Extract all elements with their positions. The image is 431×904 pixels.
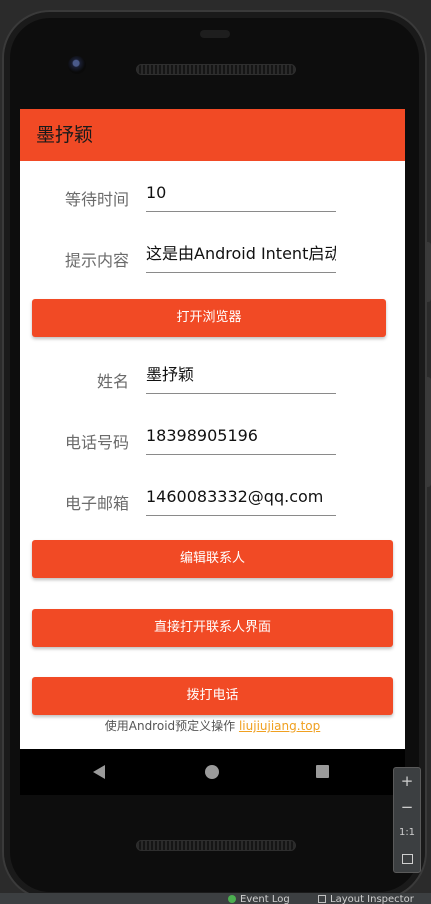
footer-link[interactable]: liujiujiang.top: [239, 719, 320, 733]
wait-time-label: 等待时间: [64, 190, 129, 209]
event-log-tab[interactable]: Event Log: [228, 893, 290, 904]
edit-contact-button[interactable]: 编辑联系人: [32, 540, 393, 578]
zoom-in-button[interactable]: +: [394, 768, 420, 794]
prompt-label: 提示内容: [64, 251, 129, 270]
app-screen: 墨抒颖 等待时间 10 提示内容 这是由Android Intent启动 打开浏…: [20, 109, 405, 749]
email-label: 电子邮箱: [64, 494, 129, 513]
app-bar-title: 墨抒颖: [20, 109, 405, 161]
prompt-input[interactable]: 这是由Android Intent启动: [146, 241, 336, 273]
open-browser-button[interactable]: 打开浏览器: [32, 299, 386, 337]
layout-inspector-label: Layout Inspector: [330, 894, 414, 904]
prompt-row: 提示内容 这是由Android Intent启动: [20, 237, 405, 277]
zoom-panel: + − 1:1: [393, 767, 421, 873]
recents-icon[interactable]: [316, 765, 329, 778]
wait-time-input[interactable]: 10: [146, 180, 336, 212]
event-log-icon: [228, 895, 236, 903]
fit-screen-icon: [401, 854, 413, 864]
layout-inspector-tab[interactable]: Layout Inspector: [318, 893, 414, 904]
actual-size-button[interactable]: 1:1: [394, 820, 420, 846]
open-contacts-button[interactable]: 直接打开联系人界面: [32, 609, 393, 647]
system-nav-bar: [20, 749, 405, 795]
fit-screen-button[interactable]: [394, 846, 420, 872]
bottom-speaker: [136, 840, 296, 851]
footer-text: 使用Android预定义操作: [104, 719, 239, 733]
zoom-out-button[interactable]: −: [394, 794, 420, 820]
footer: 使用Android预定义操作 liujiujiang.top: [20, 717, 405, 734]
back-icon[interactable]: [93, 765, 105, 779]
wait-time-row: 等待时间 10: [20, 176, 405, 216]
ide-status-bar: Event Log Layout Inspector: [0, 893, 431, 904]
event-log-label: Event Log: [240, 894, 290, 904]
phone-input[interactable]: 18398905196: [146, 423, 336, 455]
layout-inspector-icon: [318, 895, 326, 903]
home-icon[interactable]: [205, 765, 219, 779]
name-input[interactable]: 墨抒颖: [146, 362, 336, 394]
top-slot: [200, 30, 230, 38]
name-label: 姓名: [96, 372, 129, 391]
power-button[interactable]: [426, 242, 431, 302]
phone-label: 电话号码: [64, 433, 129, 452]
top-speaker: [136, 64, 296, 75]
email-input[interactable]: 1460083332@qq.com: [146, 484, 336, 516]
volume-button[interactable]: [426, 377, 431, 487]
phone-row: 电话号码 18398905196: [20, 419, 405, 459]
front-camera: [68, 56, 86, 74]
name-row: 姓名 墨抒颖: [20, 358, 405, 398]
dial-button[interactable]: 拨打电话: [32, 677, 393, 715]
email-row: 电子邮箱 1460083332@qq.com: [20, 480, 405, 520]
